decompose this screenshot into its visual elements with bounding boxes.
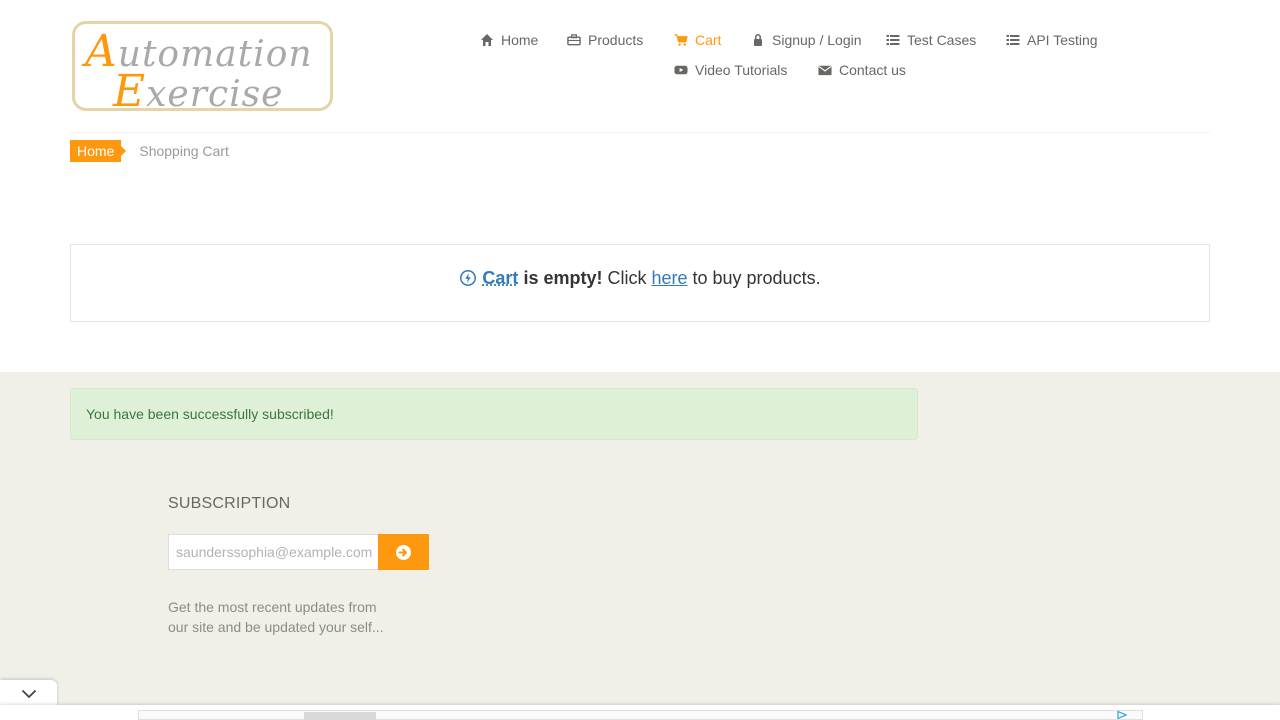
subscription-title: SUBSCRIPTION [168, 495, 291, 512]
subscribe-email-input[interactable]: saunderssophia@example.com [168, 534, 379, 570]
nav-signup-login[interactable]: Signup / Login [751, 32, 862, 48]
breadcrumb: Home Shopping Cart [70, 140, 229, 162]
ad-banner[interactable] [138, 710, 1143, 720]
site-logo[interactable]: Automation Exercise [72, 21, 333, 117]
envelope-icon [818, 65, 832, 76]
home-icon [481, 34, 493, 46]
subscription-description: Get the most recent updates from our sit… [168, 599, 384, 635]
arrow-circle-right-icon [396, 544, 411, 560]
empty-cart-click-text: Click [607, 267, 647, 288]
nav-cart[interactable]: Cart [674, 32, 721, 48]
breadcrumb-current: Shopping Cart [139, 143, 229, 159]
empty-cart-cart-link[interactable]: Cart [482, 268, 518, 289]
empty-cart-panel: Cart is empty! Click here to buy product… [70, 244, 1210, 322]
nav-products[interactable]: Products [567, 32, 643, 48]
site-header: Automation Exercise Home Products Cart S… [0, 0, 1280, 133]
nav-home[interactable]: Home [480, 32, 538, 48]
site-footer: You have been successfully subscribed! S… [0, 372, 1280, 720]
chevron-down-icon [21, 689, 36, 699]
bottom-ad-bar [0, 705, 1280, 720]
lock-icon [754, 34, 762, 46]
subscription-success-alert: You have been successfully subscribed! [70, 388, 918, 440]
header-divider [70, 132, 1210, 133]
bolt-circle-icon [460, 270, 477, 286]
youtube-play-icon [674, 65, 688, 75]
nav-video-tutorials[interactable]: Video Tutorials [674, 62, 787, 78]
ad-collapse-toggle[interactable] [0, 680, 57, 708]
subscribe-button[interactable] [378, 534, 429, 570]
breadcrumb-home[interactable]: Home [70, 140, 127, 162]
nav-api-testing[interactable]: API Testing [1006, 32, 1098, 48]
empty-cart-status: is empty! [523, 267, 603, 288]
nav-contact-us[interactable]: Contact us [818, 62, 906, 78]
buy-products-link[interactable]: here [651, 268, 687, 289]
adchoices-icon[interactable] [1116, 711, 1128, 719]
nav-test-cases[interactable]: Test Cases [886, 32, 976, 48]
list-icon [886, 35, 900, 45]
briefcase-icon [567, 34, 581, 46]
shopping-cart-icon [674, 34, 688, 46]
list-icon [1006, 35, 1020, 45]
empty-cart-tail-text: to buy products. [692, 267, 821, 288]
ad-image [304, 712, 376, 720]
